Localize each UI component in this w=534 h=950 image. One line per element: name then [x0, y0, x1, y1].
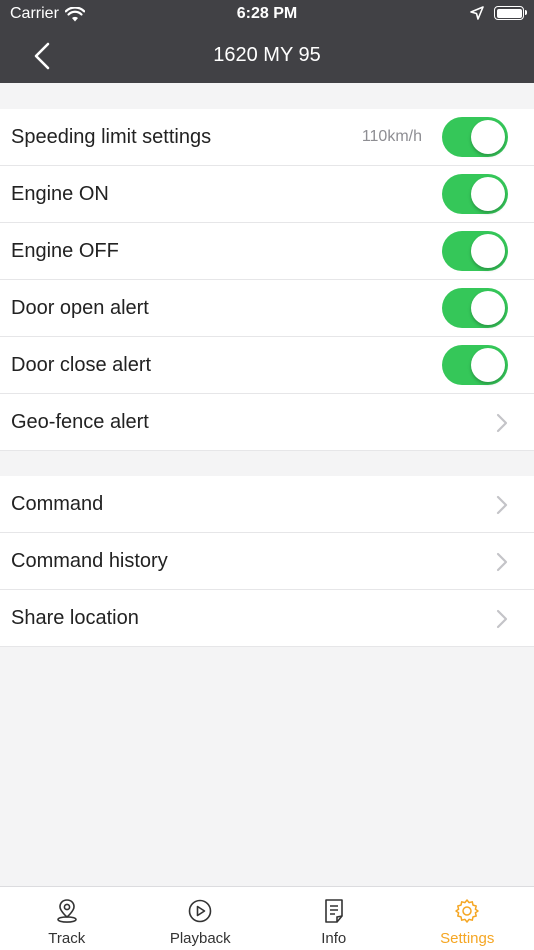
document-icon — [321, 898, 347, 924]
toggle-switch[interactable] — [442, 174, 508, 214]
tab-track[interactable]: Track — [0, 887, 134, 950]
row-command[interactable]: Command — [0, 476, 534, 533]
row-speeding-limit-settings[interactable]: Speeding limit settings 110km/h — [0, 109, 534, 166]
location-arrow-icon — [470, 6, 484, 20]
chevron-right-icon — [496, 552, 508, 572]
status-time: 6:28 PM — [236, 5, 298, 22]
row-label: Engine ON — [11, 182, 109, 205]
tab-bar: Track Playback Info Settings — [0, 886, 534, 950]
toggle-switch[interactable] — [442, 345, 508, 385]
battery-icon — [494, 6, 527, 20]
row-command-history[interactable]: Command history — [0, 533, 534, 590]
toggle-knob — [471, 234, 505, 268]
row-label: Command history — [11, 549, 168, 572]
chevron-right-icon — [496, 609, 508, 629]
top-bar: Carrier 6:28 PM 1620 MY 95 — [0, 0, 534, 83]
row-engine-on[interactable]: Engine ON — [0, 166, 534, 223]
row-label: Share location — [11, 606, 139, 629]
toggle-switch[interactable] — [442, 117, 508, 157]
toggle-switch[interactable] — [442, 288, 508, 328]
tab-info[interactable]: Info — [267, 887, 401, 950]
gear-icon — [454, 898, 480, 924]
tab-label: Settings — [440, 930, 495, 947]
row-label: Command — [11, 492, 104, 515]
tab-playback[interactable]: Playback — [134, 887, 268, 950]
tab-label: Playback — [169, 930, 231, 947]
row-label: Speeding limit settings — [11, 125, 212, 148]
toggle-knob — [471, 177, 505, 211]
play-circle-icon — [187, 898, 213, 924]
row-label: Engine OFF — [11, 239, 119, 262]
actions-section: Command Command history Share location — [0, 476, 534, 647]
map-pin-icon — [54, 898, 80, 924]
row-label: Door close alert — [11, 353, 152, 376]
alerts-section: Speeding limit settings 110km/h Engine ON E… — [0, 109, 534, 451]
chevron-right-icon — [496, 495, 508, 515]
row-label: Geo-fence alert — [11, 410, 149, 433]
row-engine-off[interactable]: Engine OFF — [0, 223, 534, 280]
row-door-close-alert[interactable]: Door close alert — [0, 337, 534, 394]
row-label: Door open alert — [11, 296, 149, 319]
page-title: 1620 MY 95 — [213, 44, 321, 66]
tab-label: Track — [48, 930, 86, 947]
status-bar: Carrier 6:28 PM — [0, 0, 534, 28]
chevron-right-icon — [496, 413, 508, 433]
toggle-knob — [471, 291, 505, 325]
row-door-open-alert[interactable]: Door open alert — [0, 280, 534, 337]
status-right — [470, 6, 527, 20]
toggle-knob — [471, 348, 505, 382]
row-value: 110km/h — [361, 128, 422, 145]
tab-label: Info — [321, 930, 347, 947]
row-share-location[interactable]: Share location — [0, 590, 534, 647]
nav-bar: 1620 MY 95 — [0, 28, 534, 83]
toggle-knob — [471, 120, 505, 154]
row-geo-fence-alert[interactable]: Geo-fence alert — [0, 394, 534, 451]
toggle-switch[interactable] — [442, 231, 508, 271]
tab-settings[interactable]: Settings — [401, 887, 534, 950]
